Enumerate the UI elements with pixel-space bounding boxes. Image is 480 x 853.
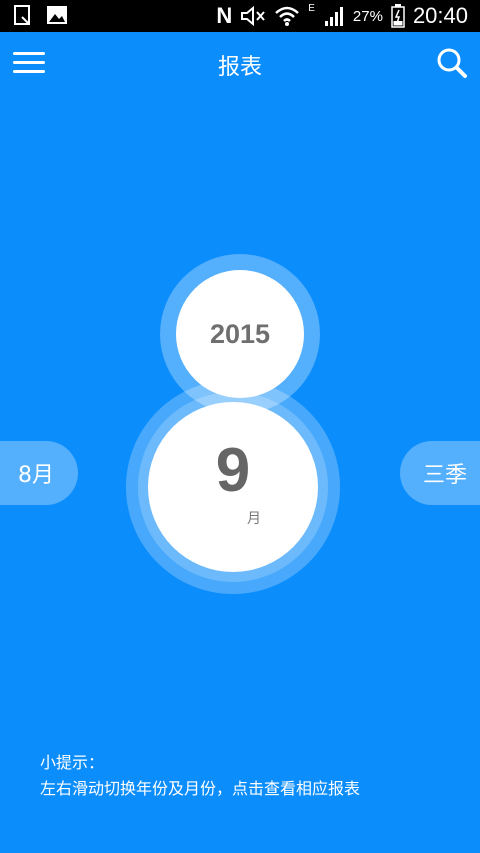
month-unit: 月 <box>247 511 261 527</box>
month-ring: 9 月 <box>138 392 328 582</box>
nfc-icon: N <box>216 3 233 28</box>
tip: 小提示： 左右滑动切换年份及月份，点击查看相应报表 <box>40 750 360 802</box>
signal-icon <box>324 7 343 26</box>
status-right-icons: N E 27% 20:40 <box>216 0 468 32</box>
month-selector[interactable]: 9 月 <box>126 380 340 594</box>
month-number: 9 <box>215 436 251 505</box>
mute-icon <box>241 5 265 27</box>
year-value[interactable]: 2015 <box>176 270 304 398</box>
battery-percent: 27% <box>352 7 383 25</box>
next-quarter-button[interactable]: 三季 <box>400 441 480 505</box>
screenshot-icon <box>14 5 30 25</box>
month-circle[interactable]: 9 月 <box>148 402 318 572</box>
status-left-icons <box>12 4 68 26</box>
prev-month-label: 8月 <box>18 463 54 488</box>
next-quarter-label: 三季 <box>422 463 467 488</box>
image-icon <box>47 6 67 24</box>
wifi-icon <box>275 6 300 26</box>
page-title: 报表 <box>217 55 262 80</box>
battery-icon <box>391 4 405 28</box>
prev-month-button[interactable]: 8月 <box>0 441 78 505</box>
network-type: E <box>308 2 315 14</box>
tip-text: 左右滑动切换年份及月份，点击查看相应报表 <box>40 779 361 798</box>
clock: 20:40 <box>412 3 468 28</box>
app-header: 报表 <box>0 32 480 96</box>
search-icon[interactable] <box>436 47 468 79</box>
status-bar: N E 27% 20:40 <box>0 0 480 32</box>
tip-heading: 小提示： <box>40 753 105 772</box>
